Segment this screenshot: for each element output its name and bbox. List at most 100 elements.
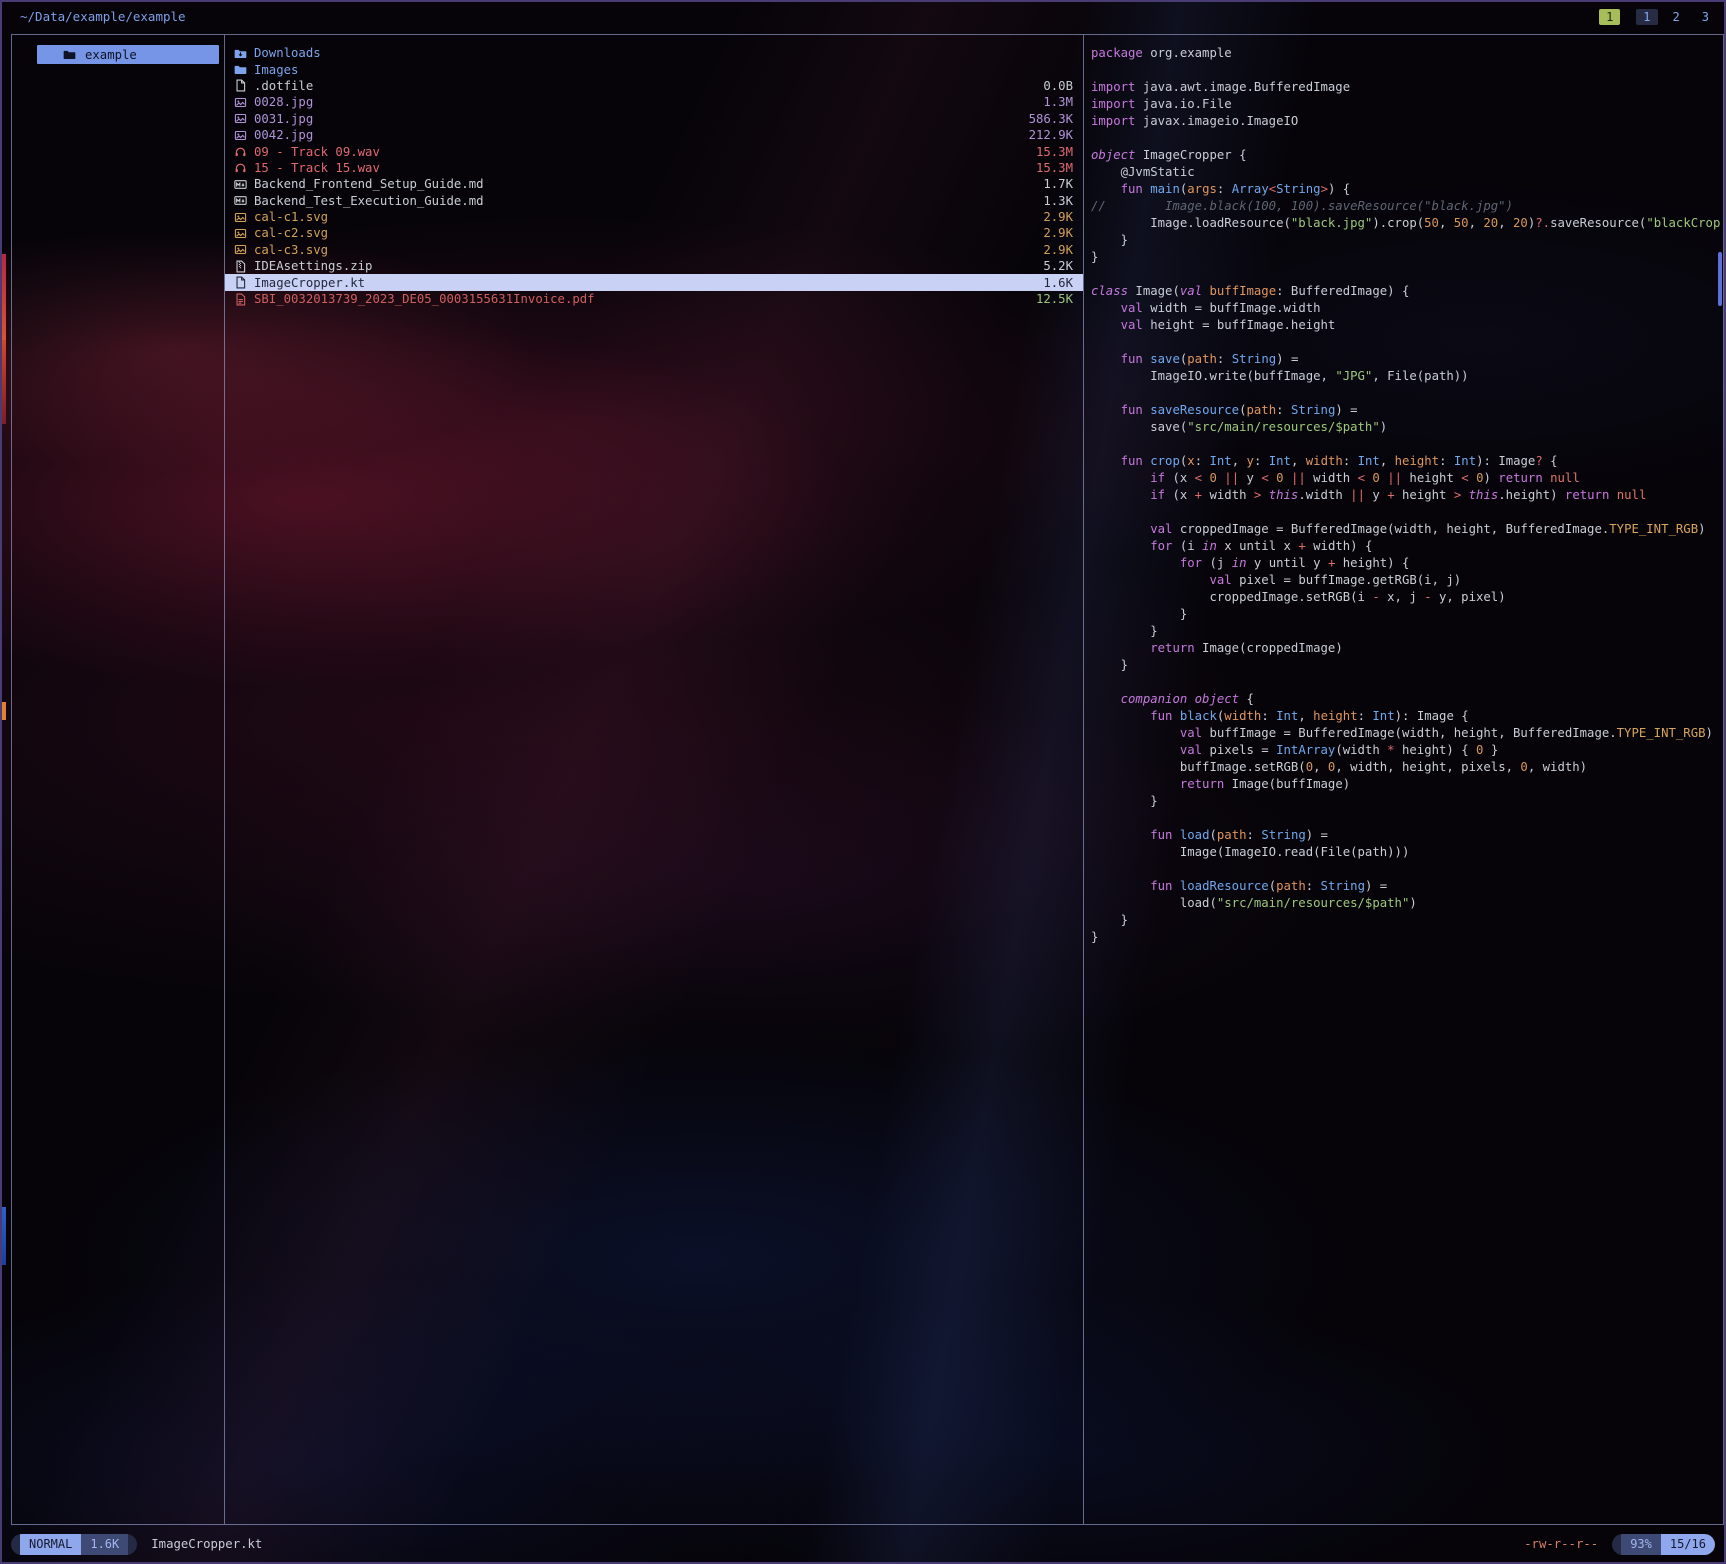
file-row[interactable]: Images xyxy=(225,61,1083,77)
file-row[interactable]: .dotfile 0.0B xyxy=(225,78,1083,94)
file-size: 12.5K xyxy=(1036,292,1073,306)
code-line xyxy=(1091,334,1721,351)
file-row[interactable]: Backend_Test_Execution_Guide.md1.3K xyxy=(225,193,1083,209)
code-line: package org.example xyxy=(1091,45,1721,62)
task-count-badge: 1 xyxy=(1599,9,1620,25)
code-line xyxy=(1091,130,1721,147)
code-line: } xyxy=(1091,657,1721,674)
tab-1[interactable]: 1 xyxy=(1636,9,1657,25)
wallpaper-edge-strip xyxy=(2,340,6,424)
image-icon xyxy=(233,227,247,240)
code-line: save("src/main/resources/$path") xyxy=(1091,419,1721,436)
audio-icon xyxy=(233,161,247,174)
image-icon xyxy=(233,112,247,125)
tabs-container: 123 xyxy=(1636,9,1716,25)
wallpaper-edge-strip xyxy=(2,254,6,340)
code-line: import javax.imageio.ImageIO xyxy=(1091,113,1721,130)
wallpaper-edge-strip xyxy=(2,1207,6,1265)
terminal-window: ~/Data/example/example 1 123 example Dow… xyxy=(0,0,1726,1564)
file-size: 1.3M xyxy=(1043,95,1073,109)
mode-indicator: NORMAL xyxy=(20,1534,81,1555)
code-line: import java.io.File xyxy=(1091,96,1721,113)
code-line: for (i in x until x + width) { xyxy=(1091,538,1721,555)
markdown-icon xyxy=(233,178,247,191)
file-name: cal-c3.svg xyxy=(254,243,1035,257)
file-row[interactable]: 15 - Track 15.wav 15.3M xyxy=(225,160,1083,176)
code-line xyxy=(1091,674,1721,691)
pill-cap xyxy=(11,1534,20,1555)
code-line: Image(ImageIO.read(File(path))) xyxy=(1091,844,1721,861)
file-row[interactable]: cal-c3.svg2.9K xyxy=(225,242,1083,258)
markdown-icon xyxy=(233,194,247,207)
code-line xyxy=(1091,266,1721,283)
pill-cap xyxy=(128,1534,137,1555)
file-size: 0.0B xyxy=(1043,79,1073,93)
mode-pill: NORMAL 1.6K xyxy=(11,1534,137,1555)
code-line: val pixel = buffImage.getRGB(i, j) xyxy=(1091,572,1721,589)
code-line: fun saveResource(path: String) = xyxy=(1091,402,1721,419)
file-row[interactable]: 0031.jpg586.3K xyxy=(225,111,1083,127)
file-row[interactable]: 0028.jpg 1.3M xyxy=(225,94,1083,110)
status-bar: NORMAL 1.6K ImageCropper.kt -rw-r--r-- 9… xyxy=(11,1532,1715,1556)
file-size: 1.3K xyxy=(1043,194,1073,208)
file-row[interactable]: ImageCropper.kt1.6K xyxy=(225,274,1083,290)
file-row[interactable]: Downloads xyxy=(225,45,1083,61)
scrollbar-thumb[interactable] xyxy=(1718,252,1722,306)
code-line: fun black(width: Int, height: Int): Imag… xyxy=(1091,708,1721,725)
pill-cap xyxy=(1612,1534,1621,1555)
folder-icon xyxy=(233,63,247,76)
file-size: 586.3K xyxy=(1029,112,1073,126)
wallpaper-edge-strip xyxy=(2,702,6,720)
file-name: 0028.jpg xyxy=(254,95,1035,109)
file-size: 1.6K xyxy=(1043,276,1073,290)
file-icon xyxy=(233,79,247,92)
file-row[interactable]: 0042.jpg212.9K xyxy=(225,127,1083,143)
code-line: val width = buffImage.width xyxy=(1091,300,1721,317)
code-line xyxy=(1091,62,1721,79)
code-line: fun main(args: Array<String>) { xyxy=(1091,181,1721,198)
file-list: DownloadsImages.dotfile0.0B0028.jpg1.3M0… xyxy=(225,45,1083,307)
code-line: val height = buffImage.height xyxy=(1091,317,1721,334)
code-line: load("src/main/resources/$path") xyxy=(1091,895,1721,912)
file-row[interactable]: 09 - Track 09.wav15.3M xyxy=(225,143,1083,159)
code-line: } xyxy=(1091,232,1721,249)
tab-bar: 1 123 xyxy=(1599,7,1716,27)
downloads-folder-icon xyxy=(233,47,247,60)
file-name: Downloads xyxy=(254,46,1065,60)
file-name: SBI_0032013739_2023_DE05_0003155631Invoi… xyxy=(254,292,1028,306)
image-icon xyxy=(233,243,247,256)
code-line xyxy=(1091,436,1721,453)
file-name: IDEAsettings.zip xyxy=(254,259,1035,273)
file-row[interactable]: IDEAsettings.zip5.2K xyxy=(225,258,1083,274)
scroll-percent: 93% xyxy=(1621,1534,1661,1555)
code-line: } xyxy=(1091,912,1721,929)
code-line: return Image(buffImage) xyxy=(1091,776,1721,793)
code-preview: package org.example import java.awt.imag… xyxy=(1091,45,1721,946)
file-size: 2.9K xyxy=(1043,226,1073,240)
code-line xyxy=(1091,861,1721,878)
code-line: fun load(path: String) = xyxy=(1091,827,1721,844)
archive-icon xyxy=(233,260,247,273)
code-line: val croppedImage = BufferedImage(width, … xyxy=(1091,521,1721,538)
file-row[interactable]: cal-c2.svg 2.9K xyxy=(225,225,1083,241)
code-line: return Image(croppedImage) xyxy=(1091,640,1721,657)
code-line: } xyxy=(1091,606,1721,623)
pdf-icon xyxy=(233,293,247,306)
file-name: cal-c2.svg xyxy=(254,226,1035,240)
image-icon xyxy=(233,211,247,224)
file-size-indicator: 1.6K xyxy=(81,1534,128,1555)
file-name: 15 - Track 15.wav xyxy=(254,161,1028,175)
file-row[interactable]: Backend_Frontend_Setup_Guide.md1.7K xyxy=(225,176,1083,192)
file-size: 15.3M xyxy=(1036,161,1073,175)
file-row[interactable]: SBI_0032013739_2023_DE05_0003155631Invoi… xyxy=(225,291,1083,307)
file-name: .dotfile xyxy=(254,79,1035,93)
tab-2[interactable]: 2 xyxy=(1666,9,1687,25)
audio-icon xyxy=(233,145,247,158)
sidebar-item-example[interactable]: example xyxy=(37,45,219,64)
code-line: if (x < 0 || y < 0 || width < 0 || heigh… xyxy=(1091,470,1721,487)
current-file-name: ImageCropper.kt xyxy=(151,1537,262,1551)
code-line: } xyxy=(1091,793,1721,810)
code-line: for (j in y until y + height) { xyxy=(1091,555,1721,572)
file-row[interactable]: cal-c1.svg2.9K xyxy=(225,209,1083,225)
tab-3[interactable]: 3 xyxy=(1695,9,1716,25)
